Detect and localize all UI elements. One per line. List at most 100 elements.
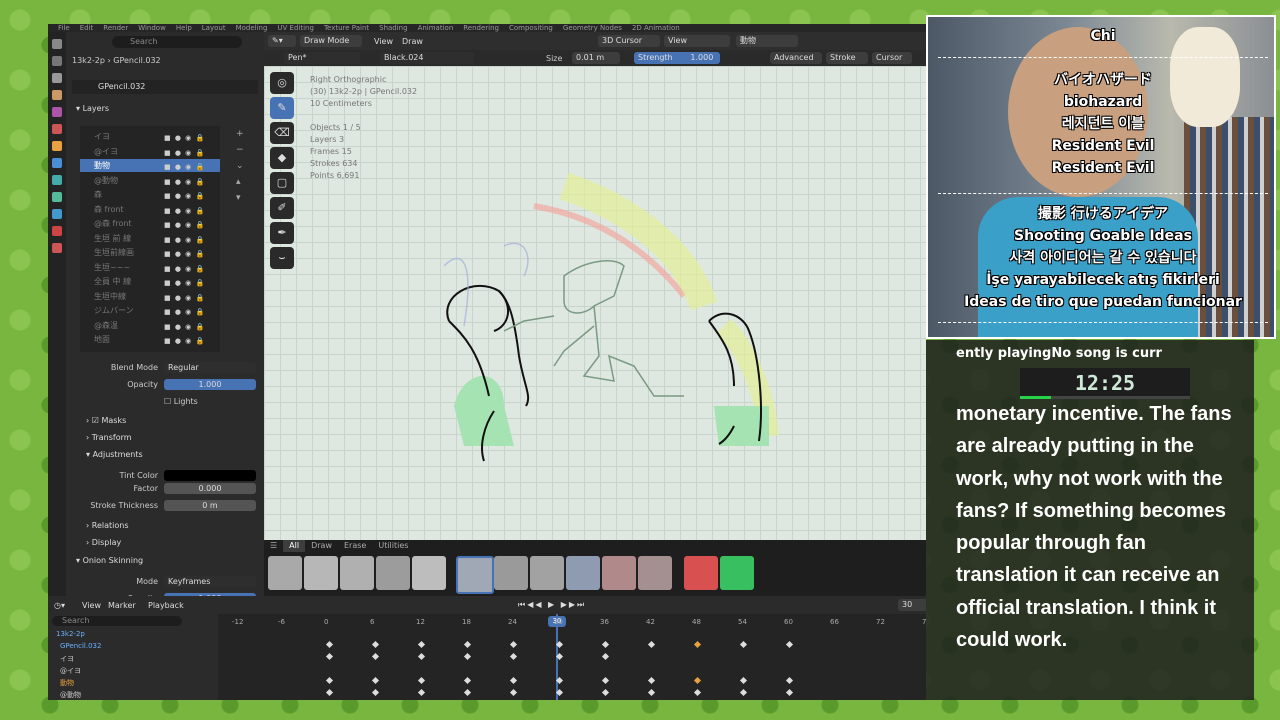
- layer-visibility-icons[interactable]: ■ ● ◉ 🔒: [164, 219, 212, 229]
- layer-visibility-icons[interactable]: ■ ● ◉ 🔒: [164, 234, 212, 244]
- keyframe[interactable]: [371, 676, 380, 685]
- menu-item[interactable]: Geometry Nodes: [563, 24, 622, 32]
- keyframe[interactable]: [648, 688, 656, 697]
- timeline-playback-menu[interactable]: Playback: [148, 601, 184, 610]
- keyframe[interactable]: [602, 676, 610, 685]
- brush-tint-icon[interactable]: [566, 556, 600, 590]
- view-layer-tab-icon[interactable]: [52, 90, 62, 100]
- scene-tab-icon[interactable]: [52, 107, 62, 117]
- channel-search-input[interactable]: Search: [52, 616, 182, 626]
- render-tab-icon[interactable]: [52, 56, 62, 66]
- brush-pencil-soft-icon[interactable]: [494, 556, 528, 590]
- menu-item[interactable]: Texture Paint: [324, 24, 369, 32]
- editor-type-icon[interactable]: ◷▾: [54, 601, 65, 610]
- menu-item[interactable]: Window: [138, 24, 166, 32]
- brush-tab[interactable]: All: [283, 540, 306, 552]
- layer-row[interactable]: ジムバーン ■ ● ◉ 🔒: [80, 304, 220, 317]
- keyframe[interactable]: [648, 676, 656, 685]
- masks-section[interactable]: › ☑ Masks: [86, 416, 126, 425]
- keyframe[interactable]: [464, 652, 472, 661]
- brush-ink-icon[interactable]: [268, 556, 302, 590]
- keyframe[interactable]: [417, 652, 426, 661]
- factor-field[interactable]: 0.000: [164, 483, 256, 494]
- layer-row[interactable]: @動物 ■ ● ◉ 🔒: [80, 174, 220, 187]
- brush-tab[interactable]: Erase: [338, 540, 372, 552]
- material-select[interactable]: Black.024: [380, 52, 474, 64]
- opacity-slider[interactable]: 1.000: [164, 379, 256, 390]
- object-name-field[interactable]: GPencil.032: [72, 80, 258, 94]
- keyframe[interactable]: [325, 640, 334, 649]
- layer-visibility-icons[interactable]: ■ ● ◉ 🔒: [164, 321, 212, 331]
- layer-row[interactable]: 動物 ■ ● ◉ 🔒: [80, 159, 220, 172]
- remove-layer-icon[interactable]: −: [236, 142, 244, 158]
- keyframe[interactable]: [602, 652, 610, 661]
- menu-item[interactable]: Animation: [418, 24, 454, 32]
- layer-visibility-icons[interactable]: ■ ● ◉ 🔒: [164, 335, 212, 345]
- keyframe[interactable]: [371, 688, 380, 697]
- brush-fill-red-icon[interactable]: [684, 556, 718, 590]
- menu-item[interactable]: Edit: [80, 24, 94, 32]
- keyframe[interactable]: [464, 688, 472, 697]
- brush-marker-chisel-icon[interactable]: [376, 556, 410, 590]
- menu-item[interactable]: Help: [176, 24, 192, 32]
- menu-item[interactable]: 2D Animation: [632, 24, 680, 32]
- move-down-icon[interactable]: ▾: [236, 190, 244, 206]
- draw-menu[interactable]: Draw: [402, 37, 423, 46]
- keyframe[interactable]: [648, 640, 656, 649]
- modifier-tab-icon[interactable]: [52, 158, 62, 168]
- layer-row[interactable]: 生垣 前 線 ■ ● ◉ 🔒: [80, 232, 220, 245]
- layer-select[interactable]: 動物: [736, 35, 798, 47]
- cursor-dropdown[interactable]: Cursor: [872, 52, 912, 64]
- menu-item[interactable]: Compositing: [509, 24, 553, 32]
- keyframe[interactable]: [464, 676, 472, 685]
- layer-visibility-icons[interactable]: ■ ● ◉ 🔒: [164, 147, 212, 157]
- layer-row[interactable]: @森 front ■ ● ◉ 🔒: [80, 217, 220, 230]
- menu-item[interactable]: File: [58, 24, 70, 32]
- brush-eraser-soft-icon[interactable]: [602, 556, 636, 590]
- keyframe[interactable]: [786, 688, 794, 697]
- view-select[interactable]: View: [664, 35, 730, 47]
- layer-visibility-icons[interactable]: ■ ● ◉ 🔒: [164, 263, 212, 273]
- keyframe[interactable]: [786, 640, 794, 649]
- strength-slider[interactable]: Strength 1.000: [634, 52, 720, 64]
- size-field[interactable]: 0.01 m: [572, 52, 620, 64]
- texture-tab-icon[interactable]: [52, 243, 62, 253]
- keyframe[interactable]: [510, 640, 518, 649]
- cursor-3d-select[interactable]: 3D Cursor: [598, 35, 660, 47]
- keyframe[interactable]: [740, 676, 748, 685]
- object-tab-icon[interactable]: [52, 141, 62, 151]
- layer-visibility-icons[interactable]: ■ ● ◉ 🔒: [164, 176, 212, 186]
- timeline-marker-menu[interactable]: Marker: [108, 601, 136, 610]
- keyframe[interactable]: [371, 640, 380, 649]
- layer-row[interactable]: 地面 ■ ● ◉ 🔒: [80, 333, 220, 346]
- stroke-thickness-field[interactable]: 0 m: [164, 500, 256, 511]
- mode-select[interactable]: Draw Mode: [300, 35, 362, 47]
- keyframe[interactable]: [694, 688, 702, 697]
- physics-tab-icon[interactable]: [52, 209, 62, 219]
- layer-visibility-icons[interactable]: ■ ● ◉ 🔒: [164, 205, 212, 215]
- layer-row[interactable]: @イヨ ■ ● ◉ 🔒: [80, 145, 220, 158]
- timeline-view-menu[interactable]: View: [82, 601, 101, 610]
- onion-skinning-section[interactable]: ▾ Onion Skinning: [76, 556, 143, 565]
- keyframe[interactable]: [694, 676, 702, 685]
- brush-pencil-icon[interactable]: [456, 556, 494, 594]
- layer-visibility-icons[interactable]: ■ ● ◉ 🔒: [164, 306, 212, 316]
- keyframe[interactable]: [417, 676, 426, 685]
- tool-tab-icon[interactable]: [52, 39, 62, 49]
- layer-row[interactable]: 生垣前線画 ■ ● ◉ 🔒: [80, 246, 220, 259]
- keyframe[interactable]: [325, 676, 334, 685]
- keyframe[interactable]: [740, 640, 748, 649]
- adjustments-section[interactable]: ▾ Adjustments: [86, 450, 143, 459]
- effects-tab-icon[interactable]: [52, 175, 62, 185]
- layer-visibility-icons[interactable]: ■ ● ◉ 🔒: [164, 277, 212, 287]
- keyframe[interactable]: [510, 676, 518, 685]
- advanced-dropdown[interactable]: Advanced: [770, 52, 822, 64]
- brush-pen-icon[interactable]: [412, 556, 446, 590]
- menu-item[interactable]: Rendering: [463, 24, 499, 32]
- brush-marker-icon[interactable]: [340, 556, 374, 590]
- keyframe[interactable]: [786, 676, 794, 685]
- keyframe[interactable]: [510, 688, 518, 697]
- layer-visibility-icons[interactable]: ■ ● ◉ 🔒: [164, 248, 212, 258]
- keyframe[interactable]: [417, 640, 426, 649]
- world-tab-icon[interactable]: [52, 124, 62, 134]
